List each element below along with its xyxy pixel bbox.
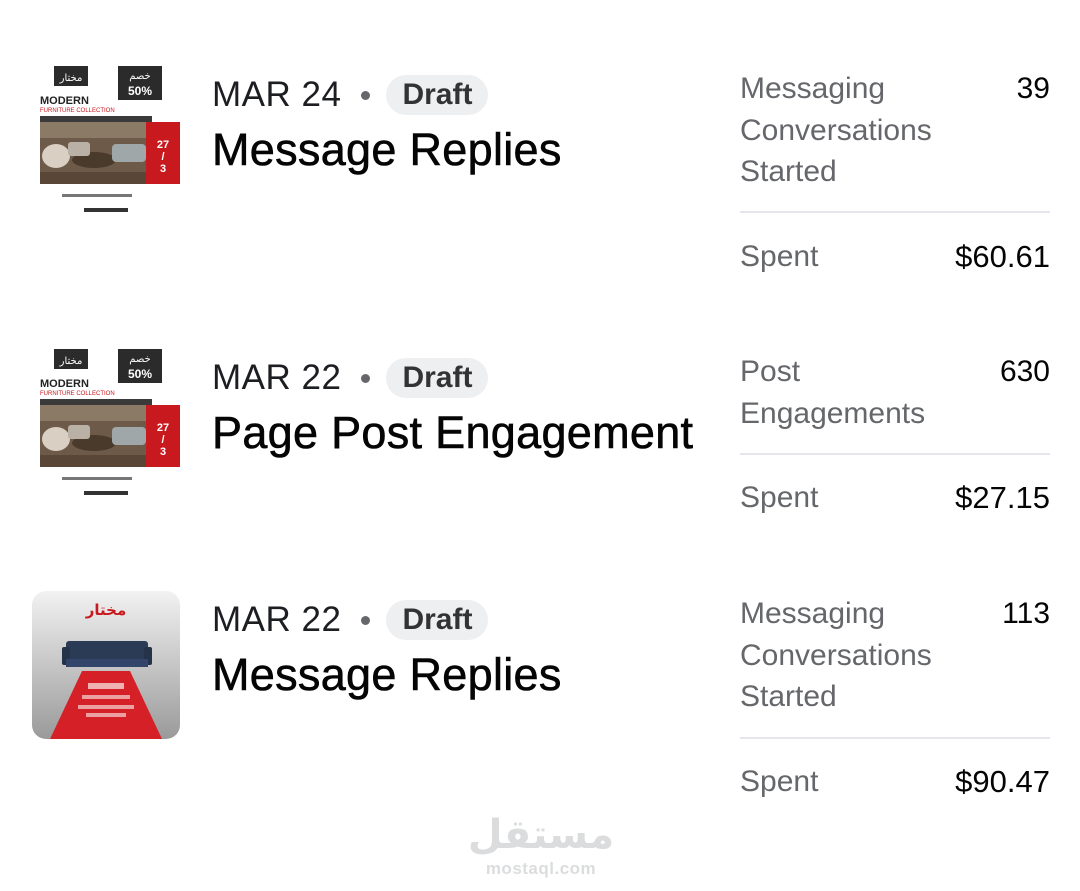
- spent-label: Spent: [740, 481, 819, 514]
- brand-mark-text: مختار: [85, 601, 127, 619]
- discount-line-text: خصم: [129, 71, 151, 82]
- campaign-meta: MAR 22 Draft: [212, 598, 489, 642]
- ad-creative-image: مختار: [32, 591, 180, 739]
- divider: [740, 211, 1050, 213]
- campaign-objective: Message Replies: [212, 649, 562, 701]
- result-metric: Messaging Conversations Started 113: [740, 593, 1050, 718]
- spent-label: Spent: [740, 240, 819, 273]
- metric-label: Messaging Conversations Started: [740, 597, 932, 713]
- campaign-date: MAR 22: [212, 600, 342, 639]
- spent-row: Spent $60.61: [740, 235, 1050, 279]
- status-badge: Draft: [386, 358, 489, 398]
- headline-text: MODERN: [40, 378, 89, 390]
- campaign-card[interactable]: مختار خصم 50% MODERN FURNITURE COLLECTIO…: [0, 300, 1080, 560]
- campaign-date: MAR 22: [212, 358, 342, 397]
- svg-text:3: 3: [160, 446, 166, 458]
- separator-dot: [361, 90, 371, 100]
- subheadline-text: FURNITURE COLLECTION: [40, 391, 115, 397]
- watermark-domain: mostaql.com: [485, 859, 597, 878]
- campaign-meta: MAR 22 Draft: [212, 356, 489, 400]
- campaign-meta: MAR 24 Draft: [212, 73, 489, 117]
- separator-dot: [361, 373, 371, 383]
- svg-text:3: 3: [160, 163, 166, 175]
- svg-text:/: /: [161, 151, 164, 163]
- svg-text:27: 27: [157, 422, 169, 434]
- campaign-card[interactable]: مختار خصم 50% MODERN FURNITURE COLLECTIO…: [0, 0, 1080, 300]
- divider: [740, 453, 1050, 455]
- metric-value: 113: [1002, 597, 1050, 630]
- campaign-card[interactable]: مختار MAR 22 Draft Message Replies Messa…: [0, 560, 1080, 810]
- watermark-logo: مستقل: [467, 812, 615, 858]
- spent-row: Spent $27.15: [740, 476, 1050, 520]
- headline-text: MODERN: [40, 95, 89, 107]
- status-badge: Draft: [386, 75, 489, 115]
- campaign-date: MAR 24: [212, 75, 342, 114]
- campaign-objective: Message Replies: [212, 124, 562, 176]
- spent-label: Spent: [740, 765, 819, 798]
- campaign-thumbnail: مختار خصم 50% MODERN FURNITURE COLLECTIO…: [32, 64, 180, 212]
- divider: [740, 737, 1050, 739]
- spent-row: Spent $90.47: [740, 760, 1050, 804]
- svg-text:/: /: [161, 434, 164, 446]
- result-metric: Post Engagements 630: [740, 351, 1050, 434]
- spent-value: $27.15: [955, 480, 1050, 515]
- campaign-thumbnail: مختار: [32, 591, 180, 739]
- metric-label: Messaging Conversations Started: [740, 72, 932, 188]
- ad-creative-image: مختار خصم 50% MODERN FURNITURE COLLECTIO…: [32, 347, 180, 495]
- discount-pct-text: 50%: [128, 367, 152, 381]
- subheadline-text: FURNITURE COLLECTION: [40, 108, 115, 114]
- svg-text:27: 27: [157, 139, 169, 151]
- discount-line-text: خصم: [129, 354, 151, 365]
- discount-pct-text: 50%: [128, 84, 152, 98]
- campaign-objective: Page Post Engagement: [212, 407, 694, 459]
- metric-label: Post Engagements: [740, 355, 926, 430]
- metric-value: 39: [1016, 72, 1050, 105]
- metric-value: 630: [999, 355, 1050, 388]
- spent-value: $60.61: [955, 239, 1050, 274]
- watermark: مستقل mostaql.com: [466, 812, 616, 880]
- campaign-thumbnail: مختار خصم 50% MODERN FURNITURE COLLECTIO…: [32, 347, 180, 495]
- brand-mark-text: مختار: [59, 73, 83, 84]
- ad-creative-image: مختار خصم 50% MODERN FURNITURE COLLECTIO…: [32, 64, 180, 212]
- result-metric: Messaging Conversations Started 39: [740, 68, 1050, 193]
- separator-dot: [361, 615, 371, 625]
- spent-value: $90.47: [955, 764, 1050, 799]
- status-badge: Draft: [386, 600, 489, 640]
- brand-mark-text: مختار: [59, 356, 83, 367]
